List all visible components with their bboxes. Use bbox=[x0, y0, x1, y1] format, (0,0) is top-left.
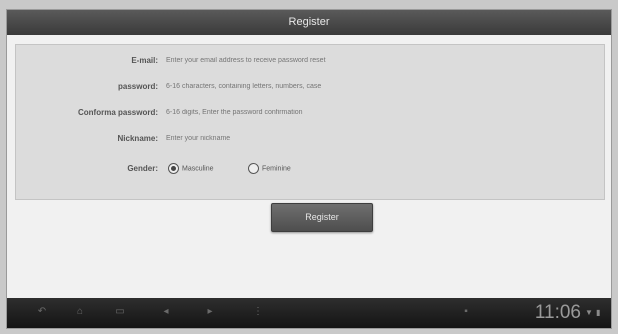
status-clock: 11:06 bbox=[534, 302, 581, 323]
confirm-password-label: Conforma password: bbox=[77, 108, 158, 117]
system-navigation-bar: ↶ ⌂ ▭ ◂ ▸ ⋮ ▪ 11:06 ▼ ▮ bbox=[7, 298, 611, 328]
confirm-password-row: Conforma password: bbox=[16, 104, 604, 122]
tablet-screen: Register E-mail: password: Conforma pass… bbox=[7, 10, 611, 328]
battery-icon: ▮ bbox=[596, 308, 601, 317]
gender-label: Gender: bbox=[127, 164, 158, 173]
gender-row: Gender: Masculine Feminine bbox=[16, 160, 604, 178]
register-button[interactable]: Register bbox=[271, 203, 373, 232]
gender-option-label: Feminine bbox=[262, 165, 291, 173]
register-form: E-mail: password: Conforma password: Nic… bbox=[15, 44, 605, 200]
password-label: password: bbox=[117, 82, 158, 91]
password-row: password: bbox=[16, 78, 604, 96]
gender-option-label: Masculine bbox=[182, 165, 214, 173]
volume-down-icon[interactable]: ◂ bbox=[159, 307, 173, 317]
confirm-password-field[interactable] bbox=[166, 106, 586, 120]
nickname-field[interactable] bbox=[166, 132, 586, 146]
volume-up-icon[interactable]: ▸ bbox=[203, 307, 217, 317]
gender-option-masculine[interactable]: Masculine bbox=[168, 163, 214, 175]
wifi-icon: ▼ bbox=[585, 308, 593, 317]
menu-icon[interactable]: ⋮ bbox=[251, 307, 265, 317]
recent-apps-icon[interactable]: ▭ bbox=[113, 307, 127, 317]
back-icon[interactable]: ↶ bbox=[35, 307, 49, 317]
password-field[interactable] bbox=[166, 80, 586, 94]
gender-option-feminine[interactable]: Feminine bbox=[248, 163, 291, 175]
window-title: Register bbox=[288, 16, 330, 28]
email-field[interactable] bbox=[166, 54, 586, 68]
email-label: E-mail: bbox=[131, 56, 158, 65]
nickname-label: Nickname: bbox=[117, 134, 158, 143]
nickname-row: Nickname: bbox=[16, 130, 604, 148]
radio-selected-icon[interactable] bbox=[168, 163, 179, 174]
home-icon[interactable]: ⌂ bbox=[73, 307, 87, 317]
notification-icon[interactable]: ▪ bbox=[459, 307, 473, 317]
title-bar: Register bbox=[7, 10, 611, 35]
email-row: E-mail: bbox=[16, 52, 604, 70]
radio-unselected-icon[interactable] bbox=[248, 163, 259, 174]
